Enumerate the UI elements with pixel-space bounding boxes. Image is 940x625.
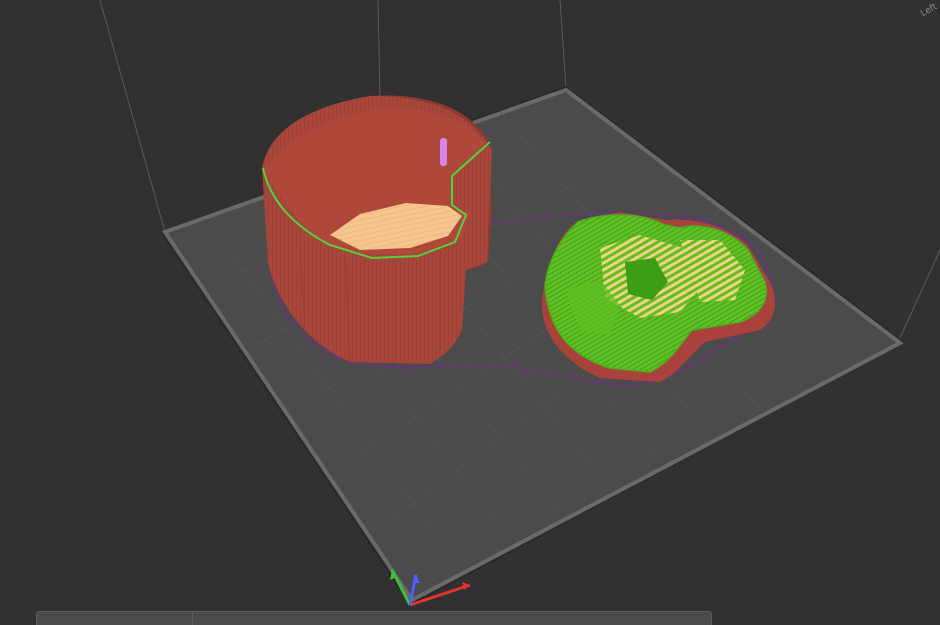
toolbar-separator: [192, 612, 193, 625]
3d-viewport[interactable]: Left: [0, 0, 940, 625]
seam-marker: [440, 138, 447, 166]
bottom-toolbar[interactable]: [36, 611, 712, 625]
print-preview-scene[interactable]: [0, 0, 940, 625]
